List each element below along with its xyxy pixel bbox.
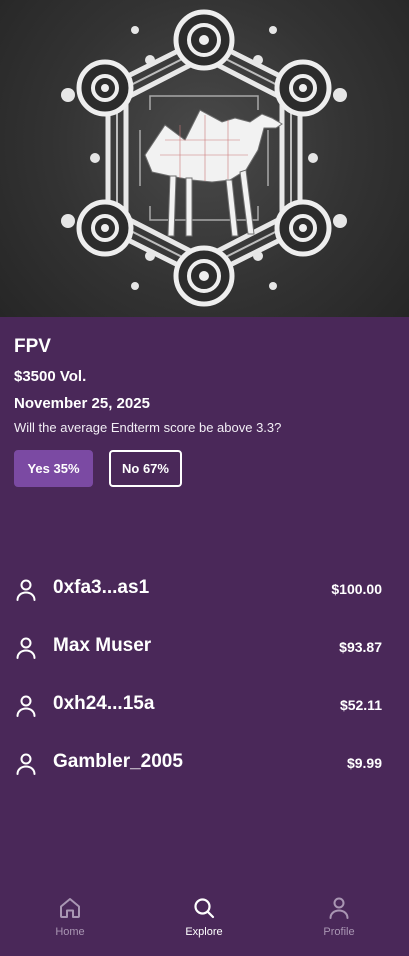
bettor-amount: $9.99: [346, 755, 382, 771]
nav-explore-label: Explore: [185, 926, 223, 938]
user-icon: [329, 897, 349, 919]
bottom-nav: Home Explore Profile: [0, 884, 409, 956]
user-icon: [16, 579, 36, 601]
list-item[interactable]: Gambler_2005 $9.99: [0, 739, 409, 797]
bettor-name: Max Muser: [53, 635, 152, 656]
camel-hexagon-emblem-icon: [61, 9, 347, 307]
home-icon: [60, 898, 80, 918]
bettor-amount: $100.00: [331, 581, 382, 597]
market-info: FPV $3500 Vol. November 25, 2025 Will th…: [14, 336, 394, 436]
bettor-amount: $52.11: [339, 697, 382, 713]
search-icon: [194, 898, 215, 919]
list-item[interactable]: Max Muser $93.87: [0, 623, 409, 681]
bettor-list: 0xfa3...as1 $100.00 Max Muser $93.87 0xh…: [0, 565, 409, 797]
user-icon: [16, 637, 36, 659]
market-image: [0, 0, 409, 317]
market-date: November 25, 2025: [14, 395, 150, 412]
nav-home-label: Home: [55, 926, 85, 938]
user-icon: [16, 753, 36, 775]
bettor-name: 0xfa3...as1: [53, 577, 150, 598]
yes-button[interactable]: Yes 35%: [14, 450, 93, 487]
no-button[interactable]: No 67%: [109, 450, 182, 487]
bettor-name: 0xh24...15a: [53, 693, 155, 714]
choice-buttons: Yes 35% No 67%: [14, 450, 182, 487]
nav-profile-label: Profile: [323, 926, 355, 938]
user-icon: [16, 695, 36, 717]
nav-home[interactable]: Home: [20, 884, 120, 944]
nav-explore[interactable]: Explore: [154, 884, 254, 944]
market-title: FPV: [14, 336, 51, 357]
bettor-amount: $93.87: [339, 639, 382, 655]
nav-profile[interactable]: Profile: [289, 884, 389, 944]
list-item[interactable]: 0xh24...15a $52.11: [0, 681, 409, 739]
bettor-name: Gambler_2005: [53, 751, 183, 772]
list-item[interactable]: 0xfa3...as1 $100.00: [0, 565, 409, 623]
market-question: Will the average Endterm score be above …: [14, 420, 282, 435]
market-volume: $3500 Vol.: [14, 368, 87, 385]
